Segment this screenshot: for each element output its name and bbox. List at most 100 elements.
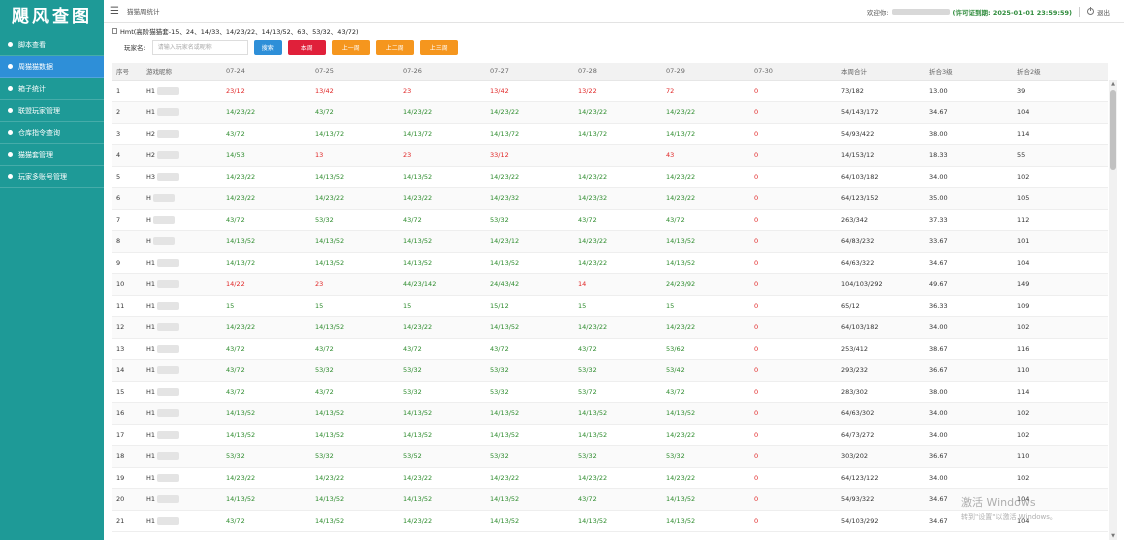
scroll-thumb[interactable] (1110, 90, 1116, 170)
hamburger-icon[interactable]: ☰ (110, 6, 119, 17)
table-row[interactable]: 6 H 14/23/22 14/23/22 14/23/22 14/23/32 14/23/… (112, 187, 1108, 210)
day-value-cell: 43/72 (486, 338, 574, 360)
three-weeks-ago-button[interactable]: 上三周 (419, 39, 458, 55)
column-header[interactable]: 07-26 (399, 63, 486, 81)
table-row[interactable]: 4 H2 14/53 13 23 33/12 43 0 14/153/12 18.33 55 (112, 144, 1108, 167)
table-row[interactable]: 21 H1 43/72 14/13/52 14/23/22 14/13/52 14/13/5… (112, 510, 1108, 532)
column-header[interactable]: 07-27 (486, 63, 574, 81)
this-week-button[interactable]: 本周 (287, 39, 326, 55)
table-row[interactable]: 20 H1 14/13/52 14/13/52 14/13/52 14/13/52 43/7… (112, 488, 1108, 511)
player-name-cell: H2 (142, 144, 222, 167)
day-value-cell: 14/13/52 (662, 252, 750, 274)
table-row[interactable]: 16 H1 14/13/52 14/13/52 14/13/52 14/13/52 14/1… (112, 402, 1108, 425)
sidebar-item-2[interactable]: 箱子统计 (0, 78, 104, 100)
table-row[interactable]: 12 H1 14/23/22 14/13/52 14/23/22 14/13/52 14/2… (112, 316, 1108, 339)
level2-equivalent-cell: 116 (1013, 338, 1108, 360)
day-value-cell: 14/13/52 (574, 424, 662, 446)
table-row[interactable]: 9 H1 14/13/72 14/13/52 14/13/52 14/13/52 14/23… (112, 252, 1108, 274)
document-icon (112, 28, 117, 34)
sidebar-item-1[interactable]: 周猫猫数据 (0, 56, 104, 78)
day-value-cell: 14/13/52 (222, 402, 311, 425)
row-number-cell: 4 (112, 144, 142, 167)
day-value-cell: 14/23/22 (222, 316, 311, 339)
table-row[interactable]: 2 H1 14/23/22 43/72 14/23/22 14/23/22 14/23/22… (112, 101, 1108, 124)
column-header[interactable]: 序号 (112, 63, 142, 81)
power-icon[interactable] (1087, 7, 1094, 15)
column-header[interactable]: 07-30 (750, 63, 837, 81)
level2-equivalent-cell: 105 (1013, 187, 1108, 210)
day-value-cell: 14/23/22 (399, 467, 486, 489)
name-redacted (157, 430, 180, 439)
name-redacted (157, 473, 180, 482)
table-row[interactable]: 1 H1 23/12 13/42 23 13/42 13/22 72 0 73/182 13.00 3… (112, 80, 1108, 102)
last-week-button[interactable]: 上一周 (331, 39, 370, 55)
table-row[interactable]: 15 H1 43/72 43/72 53/32 53/32 53/72 43/72 0 283/3… (112, 381, 1108, 403)
column-header[interactable]: 07-24 (222, 63, 311, 81)
day-value-cell: 14/13/52 (486, 424, 574, 446)
day-value-cell: 43/72 (399, 209, 486, 231)
row-number-cell: 17 (112, 424, 142, 446)
column-header[interactable]: 折合3级 (925, 63, 1013, 81)
column-header[interactable]: 07-29 (662, 63, 750, 81)
row-number-cell: 7 (112, 209, 142, 231)
sidebar-item-5[interactable]: 猫猫套管理 (0, 144, 104, 166)
column-header[interactable]: 游戏昵称 (142, 63, 222, 81)
day-value-cell: 14/13/72 (399, 123, 486, 145)
day-value-cell: 14/13/72 (486, 123, 574, 145)
day-value-cell: 14/23/12 (486, 230, 574, 253)
day-value-cell: 0 (750, 252, 837, 274)
table-row[interactable]: 11 H1 15 15 15 15/12 15 15 0 65/12 36.33 109 (112, 295, 1108, 317)
level2-equivalent-cell: 109 (1013, 295, 1108, 317)
name-redacted (157, 301, 180, 310)
table-row[interactable]: 14 H1 43/72 53/32 53/32 53/32 53/32 53/42 0 293/2… (112, 359, 1108, 382)
level2-equivalent-cell: 102 (1013, 402, 1108, 425)
column-header[interactable]: 07-25 (311, 63, 399, 81)
name-redacted (157, 495, 180, 504)
vertical-scrollbar[interactable]: ▲ ▼ (1109, 80, 1117, 540)
row-number-cell: 5 (112, 166, 142, 188)
level2-equivalent-cell: 110 (1013, 359, 1108, 382)
table-row[interactable]: 13 H1 43/72 43/72 43/72 43/72 43/72 53/62 0 253/4… (112, 338, 1108, 360)
day-value-cell: 13/42 (311, 80, 399, 102)
week-total-cell: 283/302 (837, 381, 925, 403)
day-value-cell: 43/72 (574, 209, 662, 231)
level2-equivalent-cell: 114 (1013, 381, 1108, 403)
table-row[interactable]: 17 H1 14/13/52 14/13/52 14/13/52 14/13/52 14/1… (112, 424, 1108, 446)
scroll-down-icon[interactable]: ▼ (1109, 532, 1117, 540)
level2-equivalent-cell: 102 (1013, 424, 1108, 446)
table-row[interactable]: 19 H1 14/23/22 14/23/22 14/23/22 14/23/22 14/2… (112, 467, 1108, 489)
day-value-cell: 53/32 (486, 381, 574, 403)
column-header[interactable]: 07-28 (574, 63, 662, 81)
sidebar-item-label: 脚本查看 (18, 40, 46, 49)
column-header[interactable]: 本周合计 (837, 63, 925, 81)
day-value-cell: 15 (399, 295, 486, 317)
table-row[interactable]: 10 H1 14/22 23 44/23/142 24/43/42 14 24/23/92 0 1… (112, 273, 1108, 296)
search-button[interactable]: 搜索 (253, 39, 282, 55)
sidebar-item-3[interactable]: 联盟玩家管理 (0, 100, 104, 122)
table-row[interactable]: 8 H 14/13/52 14/13/52 14/13/52 14/23/12 14/23/… (112, 230, 1108, 253)
table-row[interactable]: 3 H2 43/72 14/13/72 14/13/72 14/13/72 14/13/72… (112, 123, 1108, 145)
two-weeks-ago-button[interactable]: 上二周 (375, 39, 414, 55)
player-name-input[interactable] (151, 39, 248, 55)
table-row[interactable]: 18 H1 53/32 53/32 53/52 53/32 53/32 53/32 0 303/2… (112, 445, 1108, 468)
day-value-cell: 43/72 (222, 381, 311, 403)
day-value-cell: 24/23/92 (662, 273, 750, 296)
table-row[interactable]: 5 H3 14/23/22 14/13/52 14/13/52 14/23/22 14/23… (112, 166, 1108, 188)
day-value-cell (574, 144, 662, 167)
scroll-up-icon[interactable]: ▲ (1109, 80, 1117, 88)
sidebar-item-6[interactable]: 玩家多账号管理 (0, 166, 104, 188)
level2-equivalent-cell: 110 (1013, 445, 1108, 468)
table-row[interactable]: 7 H 43/72 53/32 43/72 53/32 43/72 43/72 0 263/342… (112, 209, 1108, 231)
day-value-cell: 33/12 (486, 144, 574, 167)
day-value-cell: 43/72 (222, 510, 311, 532)
day-value-cell: 14/23/22 (486, 101, 574, 124)
sidebar-item-0[interactable]: 脚本查看 (0, 34, 104, 56)
logout-link[interactable]: 退出 (1097, 7, 1110, 17)
column-header[interactable]: 折合2级 (1013, 63, 1108, 81)
day-value-cell: 15 (574, 295, 662, 317)
row-number-cell: 8 (112, 230, 142, 253)
menu-dot-icon (8, 152, 13, 157)
sidebar-item-4[interactable]: 仓库指令查询 (0, 122, 104, 144)
player-name-cell: H (142, 187, 222, 210)
day-value-cell: 14/13/72 (222, 252, 311, 274)
